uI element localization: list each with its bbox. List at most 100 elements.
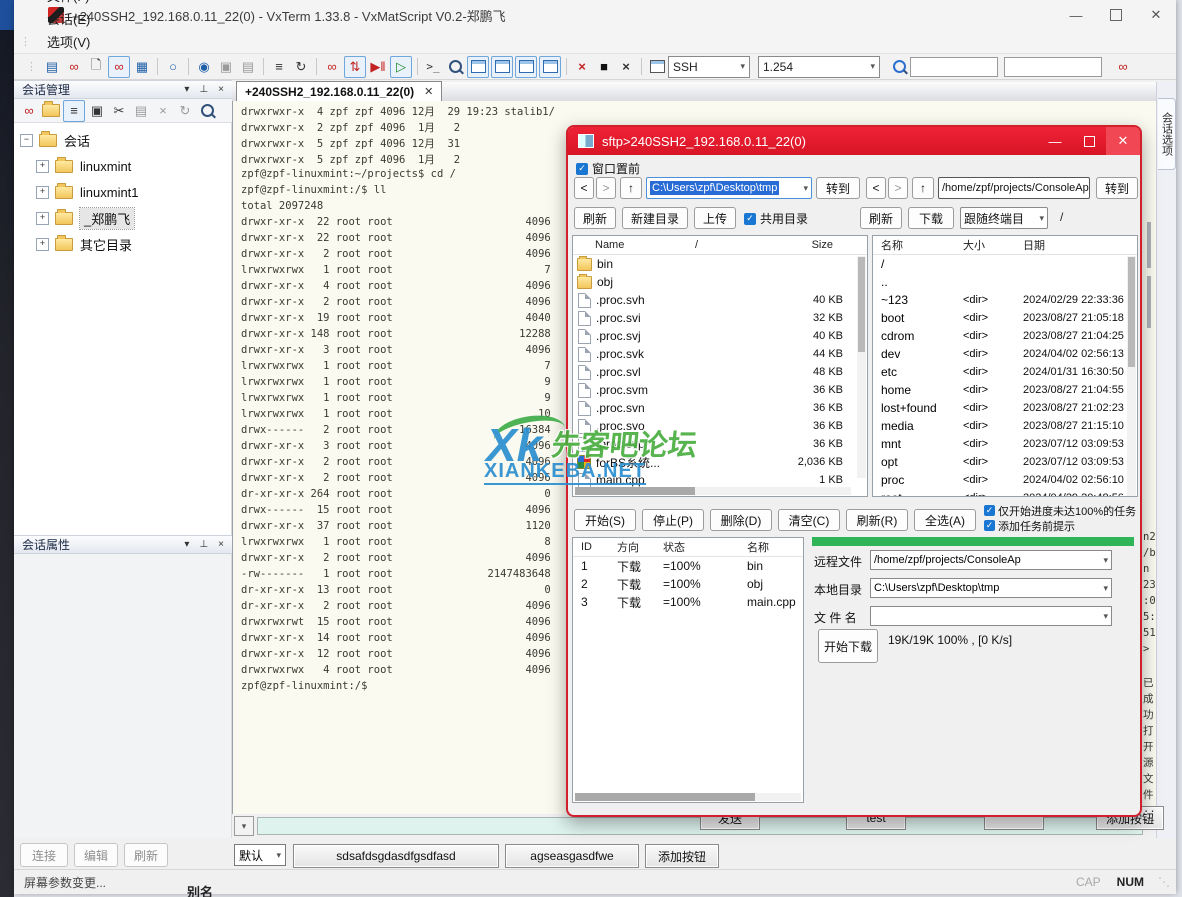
delete-session-icon[interactable]: × bbox=[153, 101, 173, 121]
column-name[interactable]: Name bbox=[573, 239, 695, 251]
close-button[interactable]: ✕ bbox=[1136, 2, 1176, 28]
tree-node-linuxmint[interactable]: + linuxmint bbox=[14, 153, 231, 179]
column-size[interactable]: 大小 bbox=[963, 237, 1023, 253]
local-list-scrollbar[interactable] bbox=[857, 256, 866, 478]
remote-refresh-button[interactable]: 刷新 bbox=[860, 207, 902, 229]
local-dir-select[interactable]: C:\Users\zpf\Desktop\tmp▾ bbox=[870, 578, 1112, 598]
pin-icon[interactable]: ⊥ bbox=[199, 84, 208, 95]
download-button[interactable]: 下载 bbox=[908, 207, 954, 229]
quick-send-dropdown[interactable]: ▾ bbox=[234, 816, 254, 836]
column-date[interactable]: 日期 bbox=[1023, 237, 1045, 253]
protocol-select[interactable]: SSH▾ bbox=[668, 56, 750, 78]
local-file-row[interactable]: .proc.svp 36 KB bbox=[573, 435, 851, 453]
panel-menu-icon[interactable]: ▾ bbox=[184, 84, 189, 95]
remote-file-row[interactable]: boot <dir> 2023/08/27 21:05:18 bbox=[873, 309, 1137, 327]
remote-list-scrollbar[interactable] bbox=[1127, 256, 1136, 496]
remote-file-row[interactable]: lost+found <dir> 2023/08/27 21:02:23 bbox=[873, 399, 1137, 417]
new-session-icon[interactable]: 🗋 bbox=[86, 57, 106, 77]
search-session-icon[interactable] bbox=[197, 101, 217, 121]
remote-file-row[interactable]: root <dir> 2024/04/29 20:48:56 bbox=[873, 489, 1137, 497]
remote-file-row[interactable]: dev <dir> 2024/04/02 02:56:13 bbox=[873, 345, 1137, 363]
connect-session-icon[interactable]: ∞ bbox=[19, 101, 39, 121]
custom-button-2[interactable]: agseasgasdfwe bbox=[505, 844, 639, 868]
connect-icon[interactable]: ∞ bbox=[108, 56, 130, 78]
minimize-button[interactable]: — bbox=[1056, 2, 1096, 28]
checked-checkbox-icon[interactable] bbox=[744, 213, 756, 225]
queue-delete-button[interactable]: 删除(D) bbox=[710, 509, 772, 531]
checked-checkbox-icon[interactable] bbox=[576, 163, 588, 175]
remote-path-select[interactable]: /home/zpf/projects/ConsoleApp▾ bbox=[938, 177, 1090, 199]
search-input[interactable] bbox=[910, 57, 998, 77]
stop-icon[interactable]: ◉ bbox=[194, 57, 214, 77]
file-name-select[interactable]: ▾ bbox=[870, 606, 1112, 626]
remote-back-button[interactable]: < bbox=[866, 177, 886, 199]
local-file-row[interactable]: .proc.svj 40 KB bbox=[573, 327, 851, 345]
maximize-button[interactable] bbox=[1096, 2, 1136, 28]
terminal-tab[interactable]: +240SSH2_192.168.0.11_22(0) ✕ bbox=[236, 81, 442, 101]
queue-start-button[interactable]: 开始(S) bbox=[574, 509, 636, 531]
remote-file-select[interactable]: /home/zpf/projects/ConsoleAp▾ bbox=[870, 550, 1112, 570]
follow-terminal-select[interactable]: 跟随终端目▾ bbox=[960, 207, 1048, 229]
copy-session-icon[interactable]: ▣ bbox=[87, 101, 107, 121]
column-name[interactable]: 名称 bbox=[747, 539, 769, 555]
transfer-queue-table[interactable]: ID 方向 状态 名称 1 下载 =100% bin 2 下载 =100% ob… bbox=[572, 537, 804, 803]
add-custom-button[interactable]: 添加按钮 bbox=[645, 844, 719, 868]
local-forward-button[interactable]: > bbox=[596, 177, 616, 199]
column-sort[interactable]: / bbox=[695, 239, 735, 251]
list-view-icon[interactable]: ≡ bbox=[63, 100, 85, 122]
local-up-button[interactable]: ↑ bbox=[620, 177, 642, 199]
cut-icon[interactable]: ✂ bbox=[109, 101, 129, 121]
collapse-icon[interactable]: − bbox=[20, 134, 33, 147]
remote-file-list[interactable]: 名称 大小 日期 / .. ~123 <dir> 2024/02/29 22:3… bbox=[872, 235, 1138, 497]
refresh-button[interactable]: 刷新 bbox=[124, 843, 168, 867]
find-icon[interactable] bbox=[445, 57, 465, 77]
tree-node-root[interactable]: − 会话 bbox=[14, 127, 231, 153]
queue-stop-button[interactable]: 停止(P) bbox=[642, 509, 704, 531]
local-file-row[interactable]: obj bbox=[573, 273, 851, 291]
transfer-icon[interactable]: ⇅ bbox=[344, 56, 366, 78]
panel-menu-icon[interactable]: ▾ bbox=[184, 539, 189, 550]
flashlight-icon[interactable] bbox=[889, 57, 909, 77]
only-unfinished-option[interactable]: 仅开始进度未达100%的任务 bbox=[984, 503, 1136, 518]
resize-grip-icon[interactable]: ⋱ bbox=[1158, 875, 1170, 889]
window-layout-1-icon[interactable] bbox=[467, 56, 489, 78]
clear-screen-icon[interactable]: × bbox=[572, 57, 592, 77]
local-file-row[interactable]: .proc.svm 36 KB bbox=[573, 381, 851, 399]
ring-icon[interactable]: ○ bbox=[163, 57, 183, 77]
local-file-row[interactable]: .proc.svi 32 KB bbox=[573, 309, 851, 327]
remote-up-button[interactable]: ↑ bbox=[912, 177, 934, 199]
window-layout-3-icon[interactable] bbox=[515, 56, 537, 78]
panel-close-icon[interactable]: × bbox=[218, 539, 224, 550]
save-session-icon[interactable]: ▤ bbox=[42, 57, 62, 77]
menu-item[interactable]: 文件(F) bbox=[35, 0, 106, 7]
run-icon[interactable]: ▷ bbox=[390, 56, 412, 78]
queue-clear-button[interactable]: 清空(C) bbox=[778, 509, 840, 531]
queue-table-header[interactable]: ID 方向 状态 名称 bbox=[573, 538, 803, 557]
remote-file-row[interactable]: proc <dir> 2024/04/02 02:56:10 bbox=[873, 471, 1137, 489]
remote-file-row[interactable]: mnt <dir> 2023/07/12 03:09:53 bbox=[873, 435, 1137, 453]
share-dir-option[interactable]: 共用目录 bbox=[744, 210, 808, 227]
close-tab-icon[interactable]: × bbox=[616, 57, 636, 77]
new-folder-icon[interactable] bbox=[41, 101, 61, 121]
save-icon[interactable]: ▦ bbox=[132, 57, 152, 77]
upload-button[interactable]: 上传 bbox=[694, 207, 736, 229]
connect-button[interactable]: 连接 bbox=[20, 843, 68, 867]
pin-icon[interactable]: ⊥ bbox=[199, 539, 208, 550]
local-file-row[interactable]: .proc.svh 40 KB bbox=[573, 291, 851, 309]
frame-icon[interactable] bbox=[647, 57, 667, 77]
paste-icon[interactable]: ▤ bbox=[238, 57, 258, 77]
dock-tab-session-options[interactable]: 会话选项 bbox=[1158, 98, 1176, 170]
sftp-close-button[interactable]: ✕ bbox=[1106, 127, 1140, 155]
menu-item[interactable]: 选项(V) bbox=[35, 30, 106, 53]
filter-input[interactable] bbox=[1004, 57, 1102, 77]
queue-row[interactable]: 3 下载 =100% main.cpp bbox=[573, 593, 803, 611]
remote-go-button[interactable]: 转到 bbox=[1096, 177, 1138, 199]
local-file-row[interactable]: .proc.svn 36 KB bbox=[573, 399, 851, 417]
sftp-maximize-button[interactable] bbox=[1072, 130, 1106, 152]
window-front-option[interactable]: 窗口置前 bbox=[576, 160, 640, 177]
column-id[interactable]: ID bbox=[573, 541, 617, 553]
local-path-select[interactable]: C:\Users\zpf\Desktop\tmp▾ bbox=[646, 177, 812, 199]
quick-connect-icon[interactable]: ∞ bbox=[64, 57, 84, 77]
address-select[interactable]: 1.254▾ bbox=[758, 56, 880, 78]
panel-close-icon[interactable]: × bbox=[218, 84, 224, 95]
